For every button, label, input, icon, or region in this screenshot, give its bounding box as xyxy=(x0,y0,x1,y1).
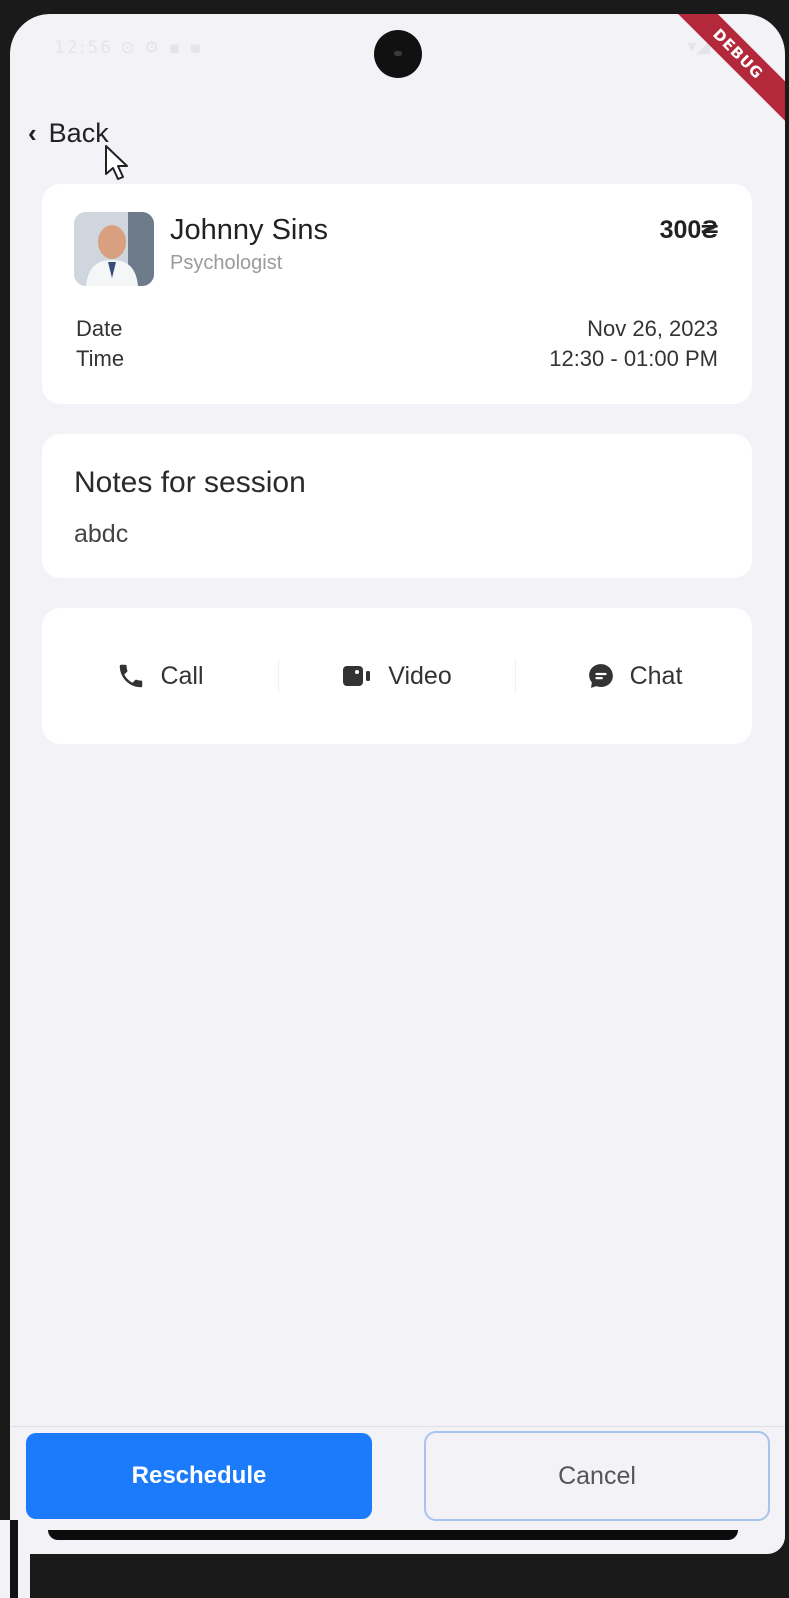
back-label: Back xyxy=(48,118,109,148)
mouse-cursor-icon xyxy=(105,145,128,180)
debug-banner: DEBUG xyxy=(660,14,785,132)
status-icons-left: ⊙ ⚙ ▪ ▪ xyxy=(120,38,204,58)
contact-actions-card: Call Video Chat xyxy=(42,608,752,744)
session-price: 300₴ xyxy=(659,216,718,244)
phone-icon xyxy=(120,664,143,688)
date-label: Date xyxy=(76,316,123,341)
chevron-left-icon: ‹ xyxy=(28,118,37,148)
call-button[interactable]: Call xyxy=(42,646,278,706)
phone-screen: 12:56 ⊙ ⚙ ▪ ▪ ▾◢ ▮ DEBUG ‹ Back Johnny S… xyxy=(10,14,785,1554)
time-value: 12:30 - 01:00 PM xyxy=(549,346,718,371)
appointment-card: Johnny Sins Psychologist 300₴ Date Nov 2… xyxy=(42,184,752,404)
call-label: Call xyxy=(160,661,204,690)
doctor-name: Johnny Sins xyxy=(170,214,328,246)
chat-label: Chat xyxy=(629,661,683,690)
status-bar: 12:56 ⊙ ⚙ ▪ ▪ ▾◢ ▮ DEBUG xyxy=(10,14,785,132)
date-value: Nov 26, 2023 xyxy=(587,316,718,341)
notes-body: abdc xyxy=(74,520,129,548)
notes-title: Notes for session xyxy=(74,466,306,499)
video-camera-icon xyxy=(343,666,371,686)
video-label: Video xyxy=(388,661,452,690)
notes-card: Notes for session abdc xyxy=(42,434,752,578)
doctor-role: Psychologist xyxy=(170,252,283,274)
reschedule-button[interactable]: Reschedule xyxy=(26,1433,372,1519)
phone-bezel-left xyxy=(0,1520,30,1598)
cancel-button[interactable]: Cancel xyxy=(424,1431,770,1521)
chat-button[interactable]: Chat xyxy=(516,646,752,706)
status-time: 12:56 ⊙ ⚙ ▪ ▪ xyxy=(54,38,203,58)
back-button[interactable]: ‹ Back xyxy=(28,118,109,149)
phone-bezel-bottom xyxy=(48,1530,738,1540)
chat-bubble-icon xyxy=(588,664,613,688)
video-button[interactable]: Video xyxy=(279,646,515,706)
doctor-avatar xyxy=(74,212,154,286)
status-time-text: 12:56 xyxy=(54,38,113,58)
front-camera xyxy=(374,30,422,78)
time-label: Time xyxy=(76,346,125,371)
